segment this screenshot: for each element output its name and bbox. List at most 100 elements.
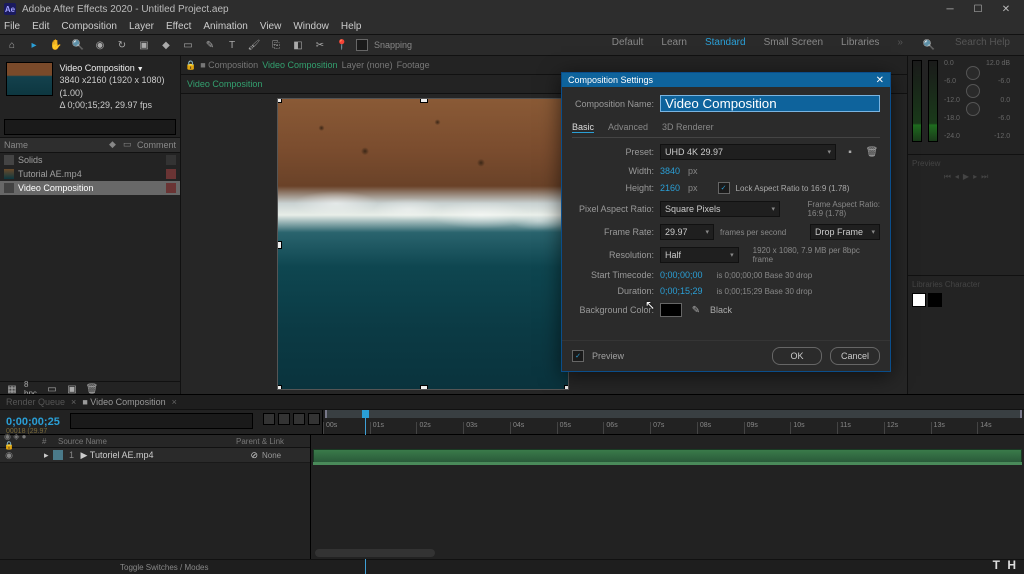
- timeline-ruler[interactable]: 00s 01s 02s 03s 04s 05s 06s 07s 08s 09s …: [323, 410, 1024, 434]
- last-frame-icon[interactable]: ⏭: [981, 172, 988, 182]
- bgcolor-swatch[interactable]: [660, 303, 682, 317]
- tl-icon[interactable]: [293, 413, 305, 425]
- project-item-video-composition[interactable]: Video Composition: [0, 181, 180, 195]
- timeline-tab[interactable]: ■ Video Composition: [82, 397, 165, 407]
- layer-bar[interactable]: [313, 462, 1022, 465]
- tl-icon[interactable]: [308, 413, 320, 425]
- crumb-composition[interactable]: ■ Composition: [200, 60, 258, 70]
- play-icon[interactable]: ▶: [963, 172, 969, 182]
- workspace-learn[interactable]: Learn: [661, 37, 687, 53]
- maximize-button[interactable]: ☐: [964, 1, 992, 17]
- search-help-placeholder[interactable]: Search Help: [955, 37, 1010, 53]
- panel-lock-icon[interactable]: 🔒: [185, 60, 196, 71]
- project-item-solids[interactable]: Solids: [0, 153, 180, 167]
- width-input[interactable]: 3840: [660, 166, 680, 176]
- dropframe-dropdown[interactable]: Drop Frame: [810, 224, 880, 240]
- preset-save-icon[interactable]: ▪: [842, 144, 858, 160]
- tl-icon[interactable]: [263, 413, 275, 425]
- transform-handle[interactable]: [420, 385, 428, 390]
- audio-knob[interactable]: [966, 102, 980, 116]
- menu-composition[interactable]: Composition: [61, 21, 117, 32]
- current-timecode[interactable]: 0;00;00;25: [6, 416, 60, 428]
- crumb-footage[interactable]: Footage: [397, 60, 430, 70]
- composition-canvas[interactable]: [277, 98, 569, 390]
- render-queue-tab[interactable]: Render Queue: [6, 397, 65, 407]
- project-item-tutorial[interactable]: Tutorial AE.mp4: [0, 167, 180, 181]
- puppet-tool-icon[interactable]: 📍: [334, 37, 350, 53]
- project-search-input[interactable]: [4, 119, 176, 135]
- menu-effect[interactable]: Effect: [166, 21, 191, 32]
- ok-button[interactable]: OK: [772, 347, 822, 365]
- eyedropper-icon[interactable]: ✎: [688, 302, 704, 318]
- pan-behind-tool-icon[interactable]: ◆: [158, 37, 174, 53]
- clone-tool-icon[interactable]: ⎘: [268, 37, 284, 53]
- menu-view[interactable]: View: [260, 21, 282, 32]
- audio-knob[interactable]: [966, 66, 980, 80]
- layer-visibility-icon[interactable]: ◉: [4, 450, 14, 461]
- stroke-swatch[interactable]: [928, 293, 942, 307]
- camera-tool-icon[interactable]: ▣: [136, 37, 152, 53]
- layer-parent-link-icon[interactable]: ⊘: [250, 450, 258, 461]
- workspace-default[interactable]: Default: [612, 37, 644, 53]
- transform-handle[interactable]: [277, 241, 282, 249]
- timeline-search-input[interactable]: [70, 413, 253, 429]
- layer-color-label[interactable]: [53, 450, 63, 460]
- crumb-layer[interactable]: Layer (none): [342, 60, 393, 70]
- comp-name-input[interactable]: [660, 95, 880, 112]
- brush-tool-icon[interactable]: 🖌: [246, 37, 262, 53]
- orbit-tool-icon[interactable]: ◉: [92, 37, 108, 53]
- zoom-tool-icon[interactable]: 🔍: [70, 37, 86, 53]
- fill-swatch[interactable]: [912, 293, 926, 307]
- pen-tool-icon[interactable]: ✎: [202, 37, 218, 53]
- eraser-tool-icon[interactable]: ◧: [290, 37, 306, 53]
- dialog-titlebar[interactable]: Composition Settings ✕: [562, 73, 890, 87]
- snapping-checkbox[interactable]: [356, 39, 368, 51]
- crumb-video-composition[interactable]: Video Composition: [262, 60, 337, 70]
- tl-icon[interactable]: [278, 413, 290, 425]
- menu-animation[interactable]: Animation: [203, 21, 247, 32]
- tab-3d-renderer[interactable]: 3D Renderer: [662, 122, 714, 133]
- transform-handle[interactable]: [277, 385, 282, 390]
- transform-handle[interactable]: [277, 98, 282, 103]
- layer-name[interactable]: ▶ Tutoriel AE.mp4: [81, 450, 247, 461]
- home-icon[interactable]: ⌂: [4, 37, 20, 53]
- duration-input[interactable]: 0;00;15;29: [660, 286, 703, 296]
- audio-knob[interactable]: [966, 84, 980, 98]
- col-comment[interactable]: Comment: [137, 140, 176, 150]
- layer-parent-dropdown[interactable]: None: [262, 451, 306, 460]
- first-frame-icon[interactable]: ⏮: [944, 172, 951, 182]
- project-thumbnail[interactable]: [6, 62, 53, 96]
- cancel-button[interactable]: Cancel: [830, 347, 880, 365]
- selection-tool-icon[interactable]: ▸: [26, 37, 42, 53]
- workspace-small-screen[interactable]: Small Screen: [764, 37, 823, 53]
- menu-file[interactable]: File: [4, 21, 20, 32]
- timeline-tracks[interactable]: [311, 435, 1024, 559]
- menu-help[interactable]: Help: [341, 21, 362, 32]
- shape-tool-icon[interactable]: ▭: [180, 37, 196, 53]
- menu-edit[interactable]: Edit: [32, 21, 49, 32]
- workspace-libraries[interactable]: Libraries: [841, 37, 879, 53]
- work-area-bar[interactable]: [325, 410, 1022, 418]
- rotate-tool-icon[interactable]: ↻: [114, 37, 130, 53]
- workspace-standard[interactable]: Standard: [705, 37, 746, 53]
- timeline-zoom-slider[interactable]: [315, 549, 435, 557]
- col-name[interactable]: Name: [4, 140, 109, 150]
- col-source-name[interactable]: Source Name: [58, 437, 232, 446]
- viewer-tab[interactable]: Video Composition: [187, 79, 262, 89]
- search-help-icon[interactable]: 🔍: [921, 37, 937, 53]
- height-input[interactable]: 2160: [660, 183, 680, 193]
- preview-checkbox[interactable]: [572, 350, 584, 362]
- prev-frame-icon[interactable]: ◂: [955, 172, 959, 182]
- tab-basic[interactable]: Basic: [572, 122, 594, 133]
- roto-tool-icon[interactable]: ✂: [312, 37, 328, 53]
- start-timecode-input[interactable]: 0;00;00;00: [660, 270, 703, 280]
- transform-handle[interactable]: [420, 98, 428, 103]
- lock-aspect-checkbox[interactable]: [718, 182, 730, 194]
- resolution-dropdown[interactable]: Half: [660, 247, 739, 263]
- transform-handle[interactable]: [564, 385, 569, 390]
- next-frame-icon[interactable]: ▸: [973, 172, 977, 182]
- type-tool-icon[interactable]: T: [224, 37, 240, 53]
- col-parent[interactable]: Parent & Link: [236, 437, 306, 446]
- dialog-close-icon[interactable]: ✕: [876, 75, 884, 86]
- framerate-dropdown[interactable]: 29.97: [660, 224, 714, 240]
